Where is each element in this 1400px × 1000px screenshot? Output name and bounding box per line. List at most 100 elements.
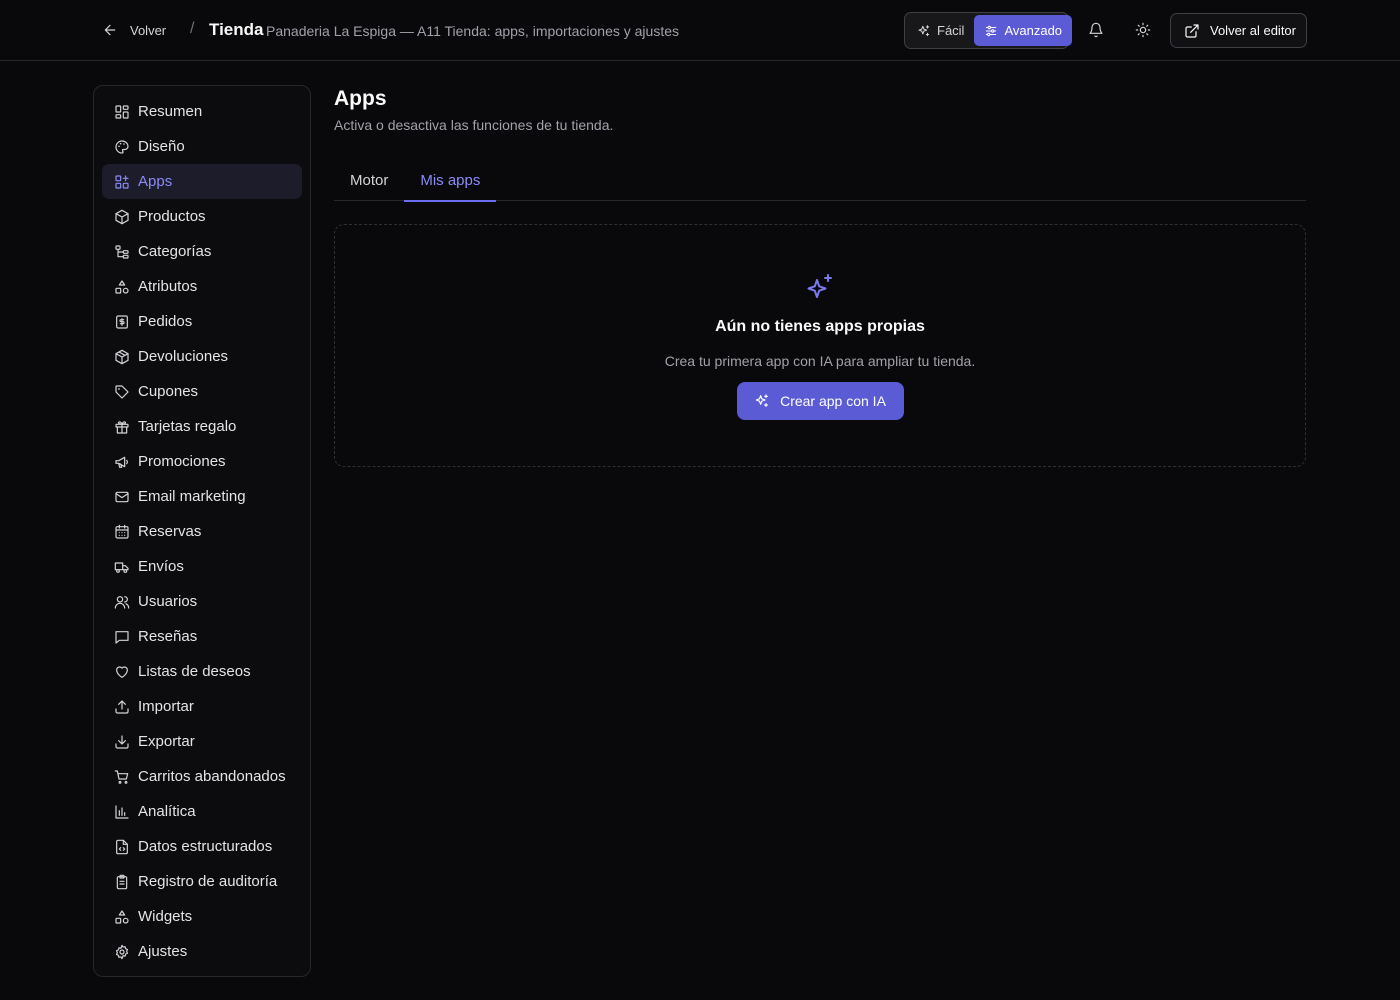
sidebar-item-productos[interactable]: Productos: [102, 199, 302, 234]
dashboard-icon: [114, 104, 130, 120]
mode-easy-label: Fácil: [937, 23, 965, 38]
sidebar-item-envios[interactable]: Envíos: [102, 549, 302, 584]
create-app-ai-button[interactable]: Crear app con IA: [736, 382, 904, 420]
notifications-button[interactable]: [1084, 18, 1108, 42]
sidebar-item-pedidos[interactable]: Pedidos: [102, 304, 302, 339]
sparkles-icon: [917, 24, 931, 38]
mode-advanced-button[interactable]: Avanzado: [974, 15, 1073, 46]
create-app-ai-label: Crear app con IA: [780, 393, 886, 409]
sidebar-item-label: Usuarios: [138, 593, 198, 610]
sidebar-item-widgets[interactable]: Widgets: [102, 899, 302, 934]
tree-icon: [114, 244, 130, 260]
apps-icon: [114, 174, 130, 190]
mode-advanced-label: Avanzado: [1004, 23, 1063, 38]
sidebar-item-datos-estructurados[interactable]: Datos estructurados: [102, 829, 302, 864]
sidebar-item-label: Devoluciones: [138, 348, 229, 365]
sidebar-item-label: Apps: [138, 173, 173, 190]
download-icon: [114, 734, 130, 750]
tab-motor[interactable]: Motor: [334, 160, 404, 201]
mode-toggle: Fácil Avanzado: [904, 12, 1073, 49]
mail-icon: [114, 489, 130, 505]
sidebar-item-promociones[interactable]: Promociones: [102, 444, 302, 479]
sun-icon: [1135, 22, 1151, 38]
sidebar-item-label: Listas de deseos: [138, 663, 251, 680]
sidebar-item-apps[interactable]: Apps: [102, 164, 302, 199]
back-label: Volver: [130, 22, 167, 38]
upload-icon: [114, 699, 130, 715]
receipt-icon: [114, 314, 130, 330]
heart-icon: [114, 664, 130, 680]
sidebar-item-devoluciones[interactable]: Devoluciones: [102, 339, 302, 374]
top-bar: Volver / Tienda Panaderia La Espiga — A1…: [0, 0, 1400, 61]
sidebar-item-atributos[interactable]: Atributos: [102, 269, 302, 304]
sliders-icon: [984, 24, 998, 38]
empty-state-title: Aún no tienes apps propias: [715, 318, 925, 335]
tag-icon: [114, 384, 130, 400]
sidebar-item-label: Exportar: [138, 733, 195, 750]
sidebar: Resumen Diseño Apps Productos Categorías…: [93, 85, 311, 977]
sidebar-item-exportar[interactable]: Exportar: [102, 724, 302, 759]
sidebar-item-label: Reseñas: [138, 628, 198, 645]
mode-easy-button[interactable]: Fácil: [907, 15, 974, 46]
clipboard-icon: [114, 874, 130, 890]
sidebar-item-label: Reservas: [138, 523, 202, 540]
sidebar-item-label: Pedidos: [138, 313, 193, 330]
megaphone-icon: [114, 454, 130, 470]
sidebar-item-label: Analítica: [138, 803, 196, 820]
sparkles-icon: [754, 393, 770, 409]
sidebar-item-resumen[interactable]: Resumen: [102, 94, 302, 129]
sidebar-item-label: Widgets: [138, 908, 193, 925]
page-description: Activa o desactiva las funciones de tu t…: [334, 117, 614, 133]
file-code-icon: [114, 839, 130, 855]
back-to-editor-button[interactable]: Volver al editor: [1170, 13, 1307, 48]
arrow-left-icon: [102, 22, 118, 38]
sidebar-item-label: Categorías: [138, 243, 212, 260]
package-return-icon: [114, 349, 130, 365]
sidebar-item-label: Productos: [138, 208, 206, 225]
shapes-icon: [114, 279, 130, 295]
sidebar-item-categorias[interactable]: Categorías: [102, 234, 302, 269]
sidebar-item-email-marketing[interactable]: Email marketing: [102, 479, 302, 514]
back-button[interactable]: Volver: [102, 17, 166, 43]
empty-state-card: Aún no tienes apps propias Crea tu prime…: [334, 224, 1306, 467]
sidebar-item-importar[interactable]: Importar: [102, 689, 302, 724]
sidebar-item-label: Resumen: [138, 103, 203, 120]
sidebar-item-listas-de-deseos[interactable]: Listas de deseos: [102, 654, 302, 689]
tab-mis-apps[interactable]: Mis apps: [404, 160, 497, 202]
sidebar-item-ajustes[interactable]: Ajustes: [102, 934, 302, 969]
sidebar-item-label: Registro de auditoría: [138, 873, 278, 890]
cart-icon: [114, 769, 130, 785]
sidebar-item-label: Envíos: [138, 558, 184, 575]
sidebar-item-analitica[interactable]: Analítica: [102, 794, 302, 829]
sparkles-icon: [804, 272, 836, 304]
breadcrumb-separator: /: [190, 20, 195, 37]
sidebar-item-label: Tarjetas regalo: [138, 418, 237, 435]
bar-chart-icon: [114, 804, 130, 820]
sidebar-item-diseno[interactable]: Diseño: [102, 129, 302, 164]
sidebar-item-tarjetas-regalo[interactable]: Tarjetas regalo: [102, 409, 302, 444]
sidebar-item-label: Carritos abandonados: [138, 768, 286, 785]
bell-icon: [1088, 22, 1104, 38]
truck-icon: [114, 559, 130, 575]
sidebar-item-carritos-abandonados[interactable]: Carritos abandonados: [102, 759, 302, 794]
sidebar-item-label: Atributos: [138, 278, 198, 295]
external-link-icon: [1184, 23, 1200, 39]
sidebar-item-usuarios[interactable]: Usuarios: [102, 584, 302, 619]
calendar-icon: [114, 524, 130, 540]
sidebar-item-registro-de-auditoria[interactable]: Registro de auditoría: [102, 864, 302, 899]
sidebar-item-cupones[interactable]: Cupones: [102, 374, 302, 409]
page-title: Apps: [334, 87, 387, 110]
package-icon: [114, 209, 130, 225]
sidebar-item-reservas[interactable]: Reservas: [102, 514, 302, 549]
sidebar-item-resenas[interactable]: Reseñas: [102, 619, 302, 654]
tab-bar: Motor Mis apps: [334, 160, 1306, 202]
users-icon: [114, 594, 130, 610]
shapes-icon: [114, 909, 130, 925]
theme-toggle-button[interactable]: [1131, 18, 1155, 42]
sidebar-item-label: Diseño: [138, 138, 185, 155]
sidebar-item-label: Importar: [138, 698, 194, 715]
sidebar-item-label: Cupones: [138, 383, 199, 400]
palette-icon: [114, 139, 130, 155]
sidebar-item-label: Email marketing: [138, 488, 246, 505]
store-subtitle: Panaderia La Espiga — A11 Tienda: apps, …: [266, 23, 679, 39]
